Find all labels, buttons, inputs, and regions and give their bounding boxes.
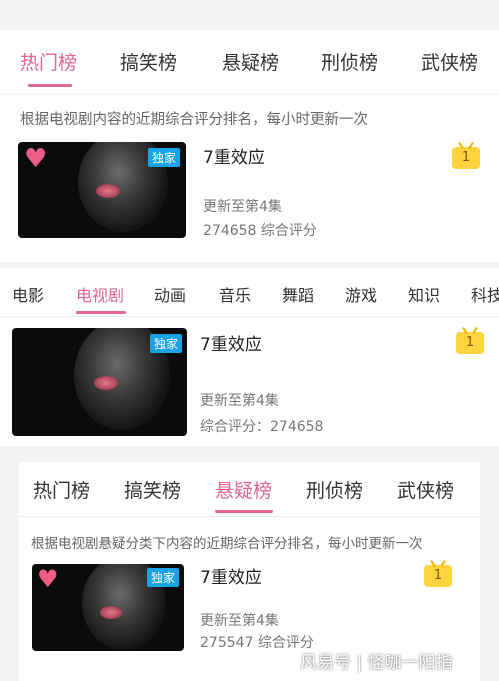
category-panel: 电影 电视剧 动画 音乐 舞蹈 游戏 知识 科技 独家 7重效应 更新至第4集 … <box>0 268 499 446</box>
lips-image <box>96 184 120 198</box>
lips-image <box>94 376 118 390</box>
episode-update: 更新至第4集 <box>200 613 279 629</box>
category-knowledge[interactable]: 知识 <box>408 282 440 306</box>
watermark: 风易号 | 怪咖一阳指 <box>300 653 453 673</box>
favorite-heart-icon[interactable]: ♥ <box>37 566 59 592</box>
tab-funny[interactable]: 搞笑榜 <box>120 48 177 75</box>
ranking-description: 根据电视剧悬疑分类下内容的近期综合评分排名，每小时更新一次 <box>31 536 423 552</box>
category-animation[interactable]: 动画 <box>154 282 186 306</box>
episode-update: 更新至第4集 <box>200 393 279 409</box>
tab-wuxia[interactable]: 武侠榜 <box>421 48 478 75</box>
video-title[interactable]: 7重效应 <box>200 563 262 588</box>
active-tab-indicator <box>215 510 273 513</box>
rank-tv-icon: 1 <box>456 332 484 354</box>
active-tab-indicator <box>28 84 72 87</box>
tab-funny[interactable]: 搞笑榜 <box>124 476 181 503</box>
tab-suspense[interactable]: 悬疑榜 <box>215 476 272 503</box>
composite-score: 275547 综合评分 <box>200 635 314 651</box>
rank-tv-icon: 1 <box>452 147 480 169</box>
exclusive-badge: 独家 <box>148 148 181 167</box>
video-title[interactable]: 7重效应 <box>200 330 262 355</box>
category-music[interactable]: 音乐 <box>219 282 251 306</box>
composite-score: 274658 综合评分 <box>203 223 317 239</box>
favorite-heart-icon[interactable]: ♥ <box>24 146 47 172</box>
lips-image <box>100 606 122 619</box>
tab-suspense[interactable]: 悬疑榜 <box>222 48 279 75</box>
tab-crime[interactable]: 刑侦榜 <box>321 48 378 75</box>
tab-hot[interactable]: 热门榜 <box>33 476 90 503</box>
hot-ranking-panel: 热门榜 搞笑榜 悬疑榜 刑侦榜 武侠榜 根据电视剧内容的近期综合评分排名，每小时… <box>0 30 499 262</box>
rank-tv-icon: 1 <box>424 565 452 587</box>
category-dance[interactable]: 舞蹈 <box>282 282 314 306</box>
tab-hot[interactable]: 热门榜 <box>20 48 77 75</box>
category-tech[interactable]: 科技 <box>471 282 499 306</box>
category-tv[interactable]: 电视剧 <box>76 282 124 306</box>
ranking-description: 根据电视剧内容的近期综合评分排名，每小时更新一次 <box>20 112 368 128</box>
divider <box>0 316 499 317</box>
composite-score: 综合评分：274658 <box>200 419 324 435</box>
divider <box>19 516 480 517</box>
active-category-indicator <box>76 311 126 314</box>
episode-update: 更新至第4集 <box>203 199 282 215</box>
exclusive-badge: 独家 <box>147 568 180 587</box>
category-game[interactable]: 游戏 <box>345 282 377 306</box>
exclusive-badge: 独家 <box>150 334 183 353</box>
category-movie[interactable]: 电影 <box>12 282 44 306</box>
tab-crime[interactable]: 刑侦榜 <box>306 476 363 503</box>
video-title[interactable]: 7重效应 <box>203 143 265 168</box>
tab-wuxia[interactable]: 武侠榜 <box>397 476 454 503</box>
divider <box>0 94 499 95</box>
